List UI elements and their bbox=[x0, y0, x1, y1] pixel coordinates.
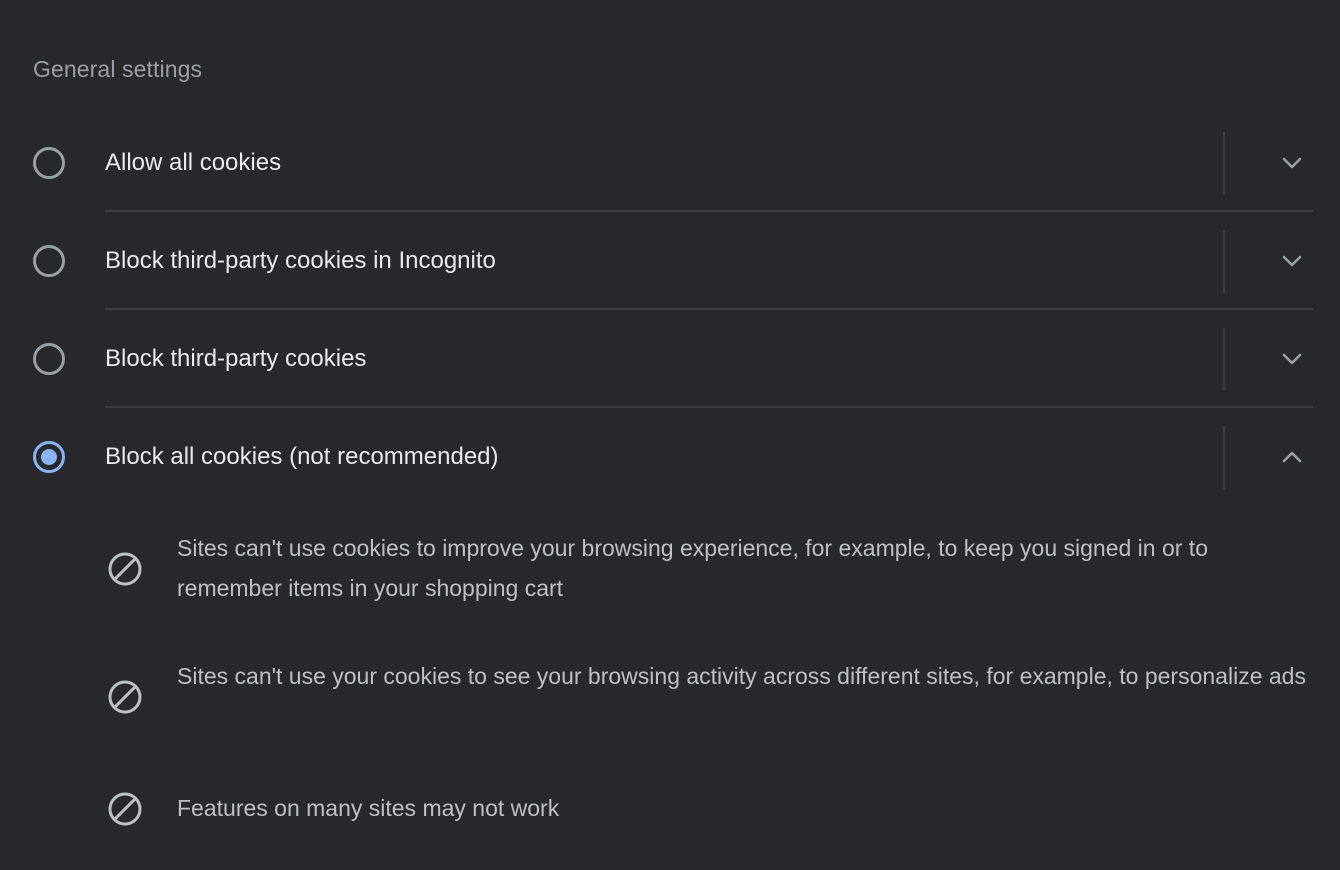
vertical-divider bbox=[1223, 426, 1225, 489]
option-block-third-party-cookies[interactable]: Block third-party cookies bbox=[0, 310, 1340, 408]
radio-button[interactable] bbox=[33, 147, 65, 179]
chevron-down-icon bbox=[1282, 353, 1302, 365]
chevron-down-icon bbox=[1282, 157, 1302, 169]
vertical-divider bbox=[1223, 230, 1225, 293]
option-label[interactable]: Block third-party cookies in Incognito bbox=[105, 247, 496, 275]
radio-button[interactable] bbox=[33, 441, 65, 473]
option-block-third-party-incognito[interactable]: Block third-party cookies in Incognito bbox=[0, 212, 1340, 310]
detail-text: Sites can't use cookies to improve your … bbox=[177, 535, 1208, 601]
vertical-divider bbox=[1223, 328, 1225, 391]
option-block-all-cookies[interactable]: Block all cookies (not recommended) bbox=[0, 408, 1340, 506]
block-icon bbox=[108, 680, 142, 714]
expand-button[interactable] bbox=[1262, 133, 1322, 193]
option-allow-all-cookies[interactable]: Allow all cookies bbox=[0, 114, 1340, 212]
expand-button[interactable] bbox=[1262, 329, 1322, 389]
detail-text: Sites can't use your cookies to see your… bbox=[177, 663, 1306, 689]
vertical-divider bbox=[1223, 132, 1225, 195]
block-icon bbox=[108, 792, 142, 826]
cookie-settings-page: General settings Allow all cookies Block… bbox=[0, 0, 1340, 870]
radio-button[interactable] bbox=[33, 245, 65, 277]
section-title: General settings bbox=[33, 56, 203, 82]
collapse-button[interactable] bbox=[1262, 427, 1322, 487]
expand-button[interactable] bbox=[1262, 231, 1322, 291]
block-icon bbox=[108, 552, 142, 586]
option-label[interactable]: Allow all cookies bbox=[105, 149, 281, 177]
radio-button[interactable] bbox=[33, 343, 65, 375]
detail-text: Features on many sites may not work bbox=[177, 795, 560, 821]
chevron-down-icon bbox=[1282, 255, 1302, 267]
chevron-up-icon bbox=[1282, 451, 1302, 463]
option-label[interactable]: Block all cookies (not recommended) bbox=[105, 443, 499, 471]
option-label[interactable]: Block third-party cookies bbox=[105, 345, 366, 373]
